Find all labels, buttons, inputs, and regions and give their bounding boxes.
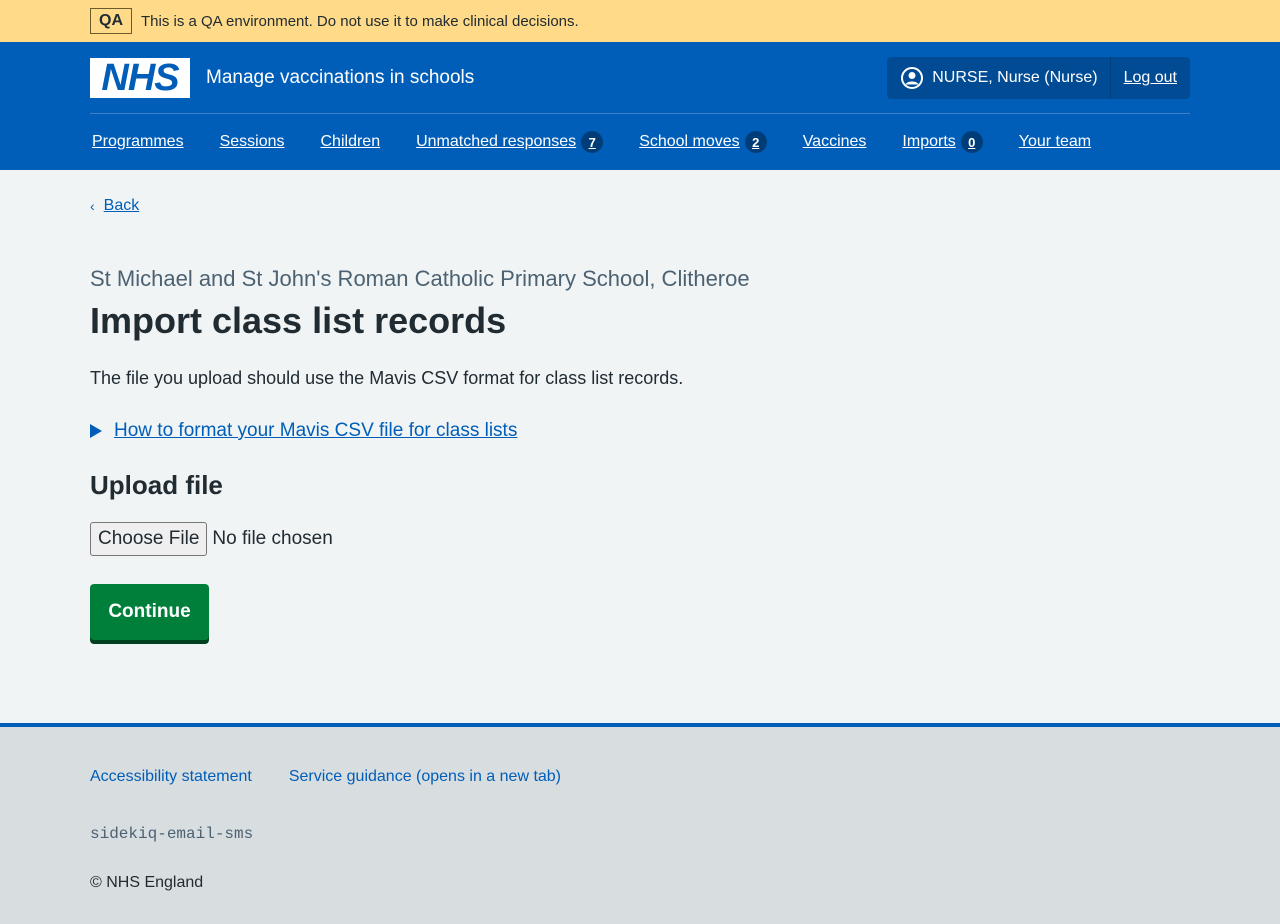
- nhs-logo[interactable]: NHS: [90, 58, 190, 98]
- user-icon: [901, 67, 924, 89]
- nav-item-sessions[interactable]: Sessions: [220, 133, 285, 151]
- page-caption: St Michael and St John's Roman Catholic …: [90, 266, 750, 291]
- count-badge: 2: [744, 131, 767, 153]
- choose-file-button[interactable]: Choose File: [90, 522, 208, 556]
- intro-text: The file you upload should use the Mavis…: [90, 368, 684, 388]
- nav-label: Vaccines: [802, 133, 867, 150]
- upload-file-label: Upload file: [90, 470, 223, 500]
- nav-label: Programmes: [92, 133, 184, 150]
- primary-navigation: Programmes Sessions Children Unmatched r…: [92, 114, 1127, 170]
- nav-item-school-moves[interactable]: School moves 2: [639, 131, 767, 153]
- page-title: Import class list records: [90, 300, 507, 341]
- nav-item-your-team[interactable]: Your team: [1019, 133, 1091, 151]
- environment-code: sidekiq-email-sms: [90, 825, 254, 843]
- nav-label: Imports: [902, 133, 956, 150]
- nav-item-children[interactable]: Children: [321, 133, 381, 151]
- nav-item-unmatched-responses[interactable]: Unmatched responses 7: [416, 131, 604, 153]
- file-status: No file chosen: [212, 528, 333, 549]
- site-footer: Accessibility statement Service guidance…: [0, 723, 1280, 924]
- nav-label: Sessions: [219, 133, 285, 150]
- count-badge: 0: [960, 131, 983, 153]
- qa-banner-text: This is a QA environment. Do not use it …: [141, 12, 579, 30]
- site-header: NHS Manage vaccinations in schools NURSE…: [0, 42, 1280, 170]
- nhs-logo-text: NHS: [101, 57, 179, 99]
- logout-link[interactable]: Log out: [1111, 69, 1190, 87]
- nav-label: Your team: [1018, 133, 1092, 150]
- triangle-right-icon: [90, 424, 102, 438]
- format-details[interactable]: How to format your Mavis CSV file for cl…: [90, 420, 517, 442]
- nav-label: Unmatched responses: [416, 133, 577, 150]
- header-top: NHS Manage vaccinations in schools NURSE…: [90, 57, 1190, 99]
- account-user-label: NURSE, Nurse (Nurse): [932, 69, 1098, 86]
- nav-item-imports[interactable]: Imports 0: [902, 131, 983, 153]
- details-summary[interactable]: How to format your Mavis CSV file for cl…: [114, 420, 517, 442]
- copyright: © NHS England: [90, 874, 204, 891]
- service-name[interactable]: Manage vaccinations in schools: [206, 67, 474, 89]
- service-guidance-link[interactable]: Service guidance (opens in a new tab): [289, 768, 561, 786]
- nav-label: School moves: [639, 133, 740, 150]
- nav-label: Children: [320, 133, 381, 150]
- footer-links: Accessibility statement Service guidance…: [90, 768, 598, 786]
- qa-environment-banner: QA This is a QA environment. Do not use …: [0, 0, 1280, 42]
- back-link[interactable]: ‹ Back: [90, 197, 139, 215]
- qa-tag: QA: [90, 8, 132, 34]
- continue-button[interactable]: Continue: [90, 584, 209, 640]
- account-user: NURSE, Nurse (Nurse): [887, 57, 1111, 99]
- accessibility-statement-link[interactable]: Accessibility statement: [90, 768, 252, 786]
- nav-item-programmes[interactable]: Programmes: [92, 133, 184, 151]
- account-panel: NURSE, Nurse (Nurse) Log out: [887, 57, 1190, 99]
- back-label: Back: [103, 197, 140, 214]
- count-badge: 7: [581, 131, 604, 153]
- chevron-left-icon: ‹: [90, 198, 95, 214]
- nav-item-vaccines[interactable]: Vaccines: [803, 133, 867, 151]
- file-input[interactable]: Choose File No file chosen: [90, 522, 333, 556]
